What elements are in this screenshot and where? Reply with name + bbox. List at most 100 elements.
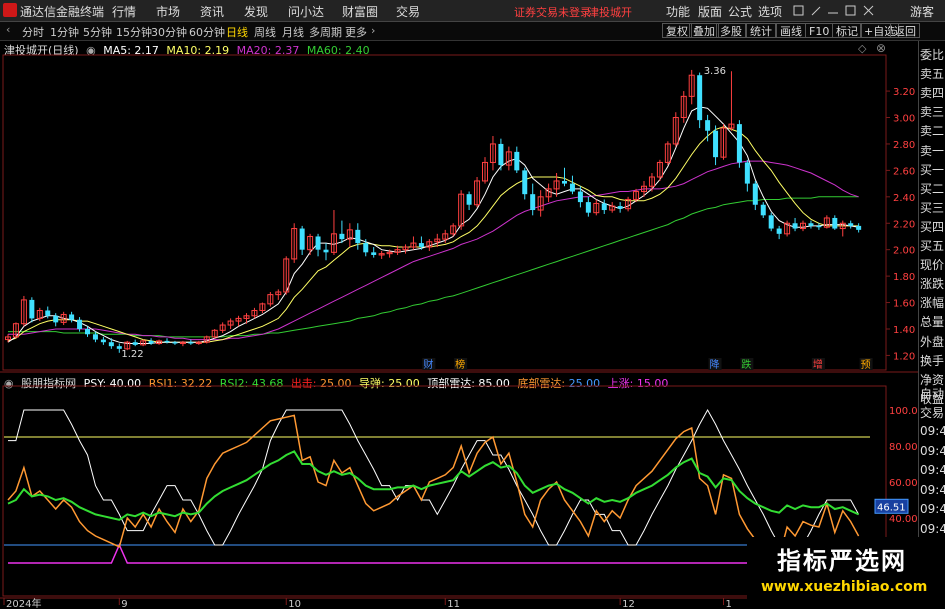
tick-time: 09:46 [920,424,945,438]
candle-body-down [498,143,504,166]
candle-body-down [569,183,575,192]
watermark-url: www.xuezhibiao.com [761,579,928,595]
quote-label: 涨跌 [920,277,945,292]
price-axis-label: 1.80 [893,272,915,283]
quote-label: 买二 [920,181,945,196]
candle-body-down [808,223,814,226]
candle-body-down [705,120,711,131]
quote-label: 委比 [920,48,945,62]
quote-label: 外盘 [920,334,945,349]
quote-label: 买三 [920,200,945,215]
candle-body-down [577,191,583,203]
watermark-title: 指标严选网 [777,547,907,575]
candle-body-down [148,340,154,344]
ma60-line [8,196,859,338]
date-axis-label: 10 [288,599,301,609]
kline-chart[interactable]: 3.20 3.00 2.80 2.60 2.40 2.20 2.00 1.80 1.60 1.40… [0,0,918,609]
event-marker: 跌 [741,358,751,371]
candle-body-down [299,228,305,250]
price-axis-label: 2.40 [893,193,915,204]
candle-body-down [188,342,194,344]
indicator-axis-label: 100.0 [889,406,918,417]
tick-time: 09:46 [920,502,945,516]
event-marker: 榜 [455,358,465,371]
candle-body-down [736,124,742,163]
quote-label: 买一 [920,162,945,177]
price-axis-label: 1.40 [893,325,915,336]
candle-body-down [617,206,623,209]
low-price-marker: 1.22 [121,349,143,360]
candle-body-down [697,75,703,121]
ma5-line [7,106,859,344]
candle-body-down [562,180,567,184]
price-axis-label: 2.60 [893,166,915,177]
event-marker: 降 [710,358,720,371]
tick-time: 09:46 [920,482,945,497]
candle-body-down [29,299,35,319]
candle-body-down [53,315,59,323]
candle-body-down [371,252,377,255]
event-marker: 预 [861,359,871,371]
quote-label: 卖二 [920,124,945,139]
tick-time: 09:47 [920,521,945,536]
candle-body-down [713,130,719,158]
price-axis-label: 3.20 [893,87,915,98]
candle-body-down [45,310,51,316]
tick-time: 09:46 [920,443,945,458]
candle-body-down [339,233,345,240]
date-axis-label: 2024年 [6,597,41,609]
ma10-line [7,126,859,343]
candle-body-down [315,236,321,250]
price-axis-label: 2.20 [893,219,915,230]
watermark: 指标严选网 www.xuezhibiao.com [747,537,945,609]
candle-body-down [164,340,170,343]
auto-trade-label: 交易 [920,406,945,420]
quote-label: 买四 [920,219,945,234]
high-price-marker: 3.36 [704,66,726,77]
candle-body-down [92,334,98,340]
date-axis-label: 1 [726,599,732,609]
date-axis-label: 9 [121,599,127,609]
quote-label: 买五 [920,239,945,253]
candle-body-down [323,249,329,253]
quote-side-panel: 委比 卖五 卖四 卖三 卖二 卖一 买一 买二 买三 买四 买五 现价 涨跌 涨幅 总量 外盘 换手 净资 收益 自动… [918,41,945,601]
indicator-axis-label: 40.00 [889,514,918,525]
price-axis-label: 3.00 [893,114,915,125]
tick-time: 09:46 [920,463,945,477]
quote-label: 卖四 [920,86,945,101]
candle-body-down [418,243,424,248]
candle-body-down [108,342,114,347]
candle-body-down [856,225,862,230]
candle-body-down [744,162,750,184]
price-axis-label: 1.60 [893,299,915,310]
candle-body-down [172,342,178,344]
price-axis-label: 2.00 [893,246,915,257]
rise-line [8,543,859,564]
quote-label: 总量 [920,315,945,330]
candle-body-down [816,225,822,228]
candle-body-down [355,229,361,244]
quote-label: 现价 [920,258,945,273]
candle-body-down [77,319,83,329]
candle-body-down [601,203,607,211]
indicator-axis-label: 80.00 [889,442,918,453]
quote-label: 卖一 [920,143,945,158]
candle-body-down [466,194,472,205]
date-axis-label: 12 [622,599,635,609]
price-axis-label: 2.80 [893,140,915,151]
candle-body-down [85,328,90,335]
main-chart-frame [2,54,887,371]
rsi2-line [7,450,860,521]
candle-body-down [132,342,138,345]
date-axis-label: 11 [447,599,460,609]
candle-body-down [752,183,758,205]
quote-label: 卖三 [920,105,945,120]
candle-body-down [832,217,838,229]
candle-body-down [514,151,520,171]
candle-body-down [792,223,798,229]
candle-body-down [760,204,766,216]
event-marker: 财 [423,358,433,371]
quote-label: 卖五 [920,67,945,82]
candle-body-down [530,194,536,211]
candle-body-down [522,170,528,195]
